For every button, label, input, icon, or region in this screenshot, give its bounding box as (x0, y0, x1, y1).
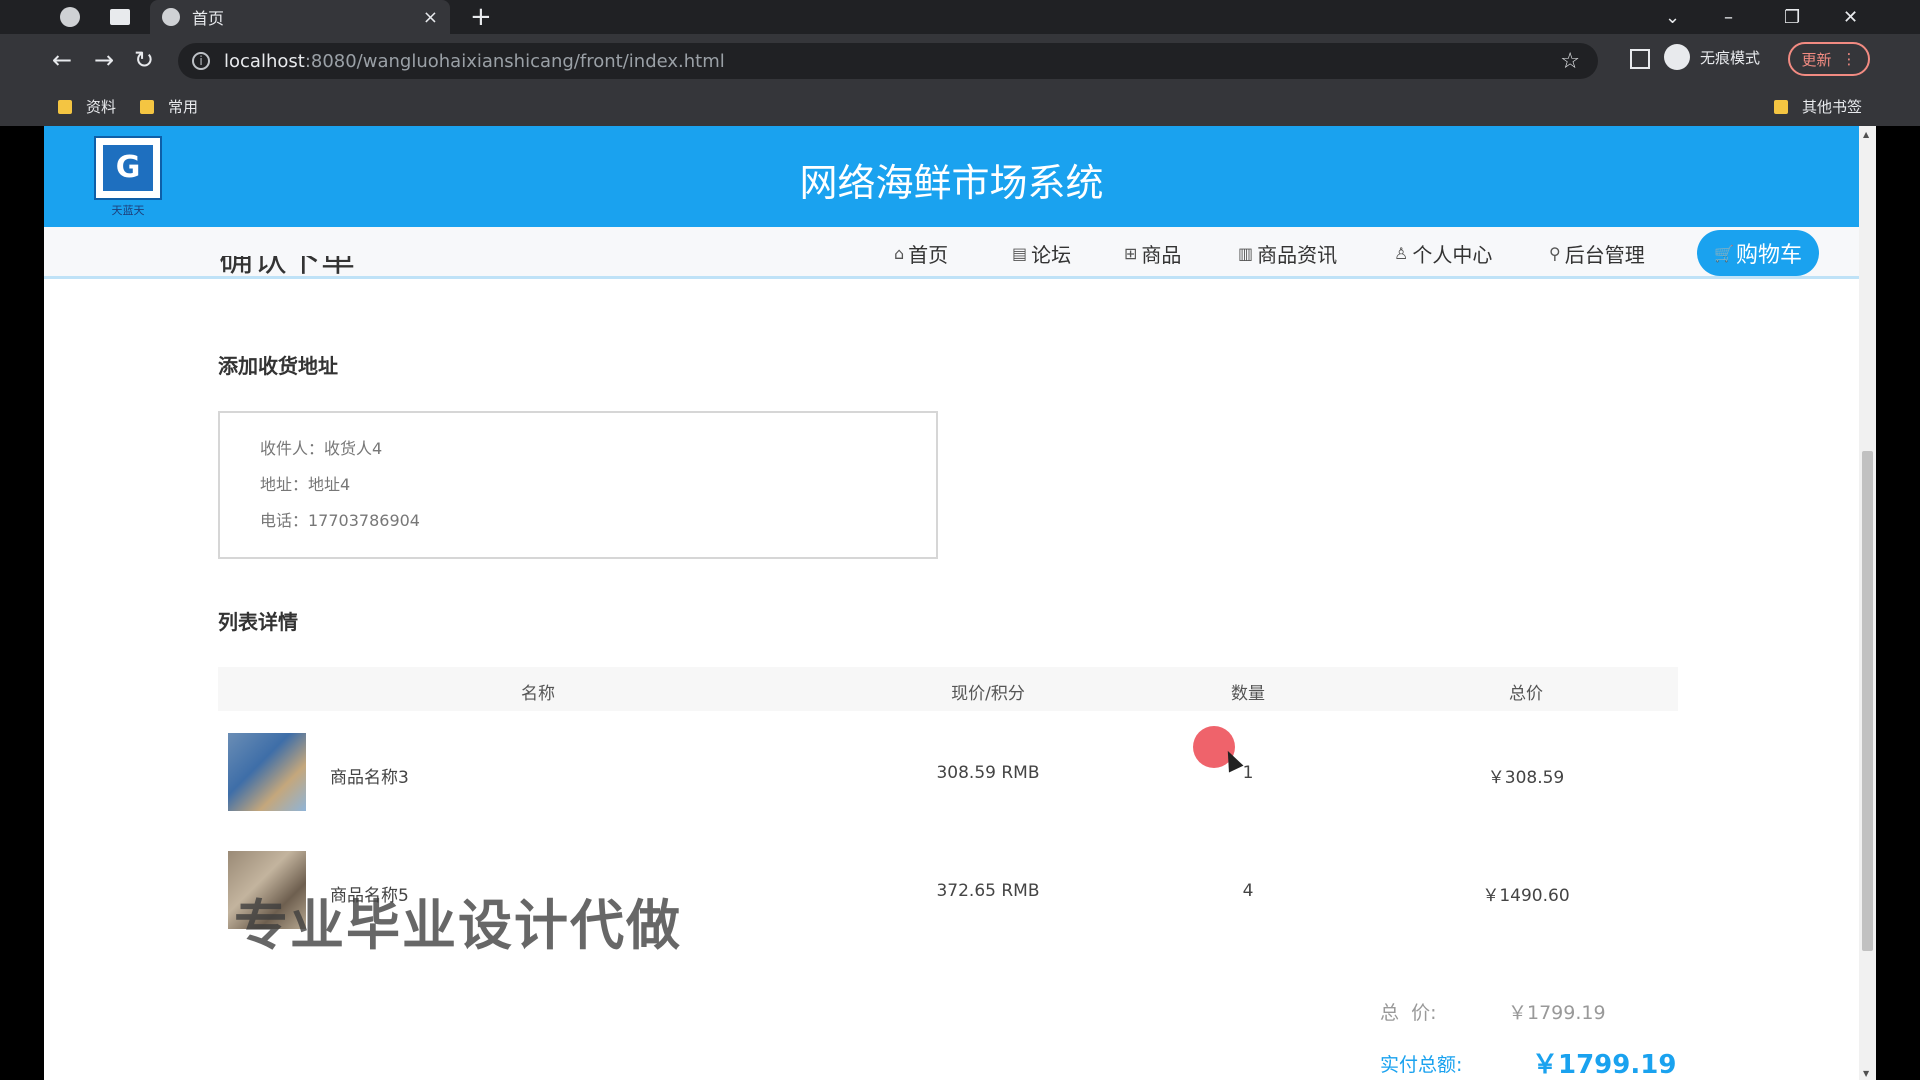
tab-close-icon[interactable]: × (423, 7, 438, 28)
total-value: ￥1799.19 (1508, 1002, 1606, 1024)
list-section-title: 列表详情 (218, 610, 298, 634)
table-header: 名称 现价/积分 数量 总价 (218, 667, 1678, 711)
page-scrollbar[interactable]: ▲ ▼ (1859, 126, 1876, 1080)
nav-label: 后台管理 (1564, 243, 1645, 267)
product-price: 308.59 RMB (936, 763, 1040, 783)
address-section-title: 添加收货地址 (218, 354, 338, 378)
browser-toolbar: ← → ↻ i localhost :8080/wangluohaixiansh… (0, 34, 1920, 88)
tab-search-icon[interactable]: ⌄ (1665, 0, 1680, 34)
nav-admin[interactable]: ⚲ 后台管理 (1549, 239, 1645, 268)
column-header: 总价 (1509, 684, 1543, 704)
nav-cart-label: 购物车 (1735, 243, 1802, 268)
nav-label: 商品 (1141, 243, 1182, 267)
folder-icon (58, 99, 72, 114)
home-icon: ⌂ (894, 244, 905, 263)
globe-icon (60, 7, 80, 27)
bookmark-star-icon[interactable]: ☆ (1560, 49, 1580, 74)
paid-total-label: 实付总额: (1380, 1054, 1463, 1076)
nav-home[interactable]: ⌂ 首页 (894, 239, 948, 268)
nav-label: 商品资讯 (1257, 243, 1338, 267)
globe-icon (162, 8, 180, 26)
minimize-icon[interactable]: – (1724, 0, 1733, 34)
watermark-text: 专业毕业设计代做 (234, 894, 682, 957)
page-title-text: 确认下单 (219, 256, 355, 278)
table-row: 商品名称3 308.59 RMB 1 ￥308.59 (218, 733, 1678, 813)
product-thumbnail[interactable] (228, 733, 306, 811)
product-price: 372.65 RMB (936, 881, 1040, 901)
nav-forum[interactable]: ▤ 论坛 (1012, 239, 1071, 268)
update-button[interactable]: 更新 ⋮ (1788, 42, 1870, 76)
link-icon: ⚲ (1549, 244, 1561, 263)
screen-edge (1876, 126, 1920, 1080)
back-icon[interactable]: ← (52, 46, 72, 74)
update-label: 更新 (1801, 50, 1832, 69)
scroll-up-icon[interactable]: ▲ (1863, 130, 1869, 139)
site-title: 网络海鲜市场系统 (799, 161, 1104, 205)
bookmarks-bar: 资料 常用 其他书签 (0, 88, 1920, 126)
address-bar[interactable]: i localhost :8080/wangluohaixianshicang/… (178, 43, 1598, 79)
cart-icon: 🛒 (1714, 243, 1734, 263)
site-header: G 天蓝天 网络海鲜市场系统 (44, 126, 1859, 227)
phone-text: 电话：17703786904 (260, 511, 420, 530)
url-host: localhost (224, 50, 305, 72)
bookmark-folder-2[interactable]: 常用 (140, 96, 198, 117)
column-header: 数量 (1231, 684, 1265, 704)
bookmark-label: 常用 (168, 98, 199, 116)
nav-product-news[interactable]: ▥ 商品资讯 (1238, 239, 1337, 268)
address-card[interactable]: 收件人：收货人4 地址：地址4 电话：17703786904 (218, 411, 938, 559)
address-text: 地址：地址4 (260, 475, 351, 494)
column-header: 现价/积分 (951, 684, 1025, 704)
pinned-tab-2[interactable] (110, 0, 130, 34)
new-tab-button[interactable]: + (470, 2, 492, 32)
bookmark-folder-1[interactable]: 资料 (58, 96, 116, 117)
other-bookmarks-label: 其他书签 (1802, 98, 1863, 116)
tab-title: 首页 (192, 9, 225, 28)
nav-label: 个人中心 (1412, 243, 1493, 267)
folder-icon (1774, 99, 1788, 114)
news-icon: ▥ (1238, 244, 1254, 263)
incognito-indicator[interactable]: 无痕模式 (1664, 44, 1760, 70)
product-name[interactable]: 商品名称3 (330, 763, 409, 788)
bookmark-label: 资料 (86, 98, 117, 116)
other-bookmarks[interactable]: 其他书签 (1774, 96, 1862, 117)
product-total: ￥1490.60 (1482, 886, 1570, 906)
user-icon: ♙ (1394, 244, 1409, 263)
page-icon (110, 9, 130, 25)
url-path: :8080/wangluohaixianshicang/front/index.… (304, 50, 725, 72)
nav-cart-button[interactable]: 🛒 购物车 (1697, 230, 1819, 276)
recipient-text: 收件人：收货人4 (260, 439, 383, 458)
page-title: 确认下单 (219, 256, 355, 278)
nav-label: 论坛 (1031, 243, 1072, 267)
total-label: 总 价: (1380, 1002, 1437, 1024)
close-window-icon[interactable]: ✕ (1843, 0, 1858, 34)
column-header: 名称 (521, 684, 555, 704)
product-total: ￥308.59 (1487, 768, 1565, 788)
paid-total-value: ￥1799.19 (1532, 1050, 1677, 1080)
web-page: G 天蓝天 网络海鲜市场系统 ⌂ 首页 ▤ 论坛 ⊞ 商品 ▥ 商品资讯 ♙ 个… (44, 126, 1859, 1080)
forum-icon: ▤ (1012, 244, 1028, 263)
browser-tab-bar: 首页 × + ⌄ – ❐ ✕ (0, 0, 1920, 34)
nav-personal-center[interactable]: ♙ 个人中心 (1394, 239, 1492, 268)
nav-products[interactable]: ⊞ 商品 (1124, 239, 1181, 268)
folder-icon (140, 99, 154, 114)
incognito-icon (1664, 44, 1690, 70)
active-tab[interactable]: 首页 × (150, 0, 450, 34)
forward-icon[interactable]: → (94, 46, 114, 74)
product-quantity: 4 (1242, 881, 1254, 901)
side-panel-icon[interactable] (1630, 49, 1650, 69)
nav-label: 首页 (908, 243, 949, 267)
incognito-label: 无痕模式 (1700, 48, 1761, 67)
gift-icon: ⊞ (1124, 244, 1138, 263)
info-icon[interactable]: i (192, 52, 210, 70)
scroll-down-icon[interactable]: ▼ (1863, 1069, 1869, 1078)
product-quantity: 1 (1242, 763, 1254, 783)
scroll-thumb[interactable] (1862, 451, 1873, 951)
reload-icon[interactable]: ↻ (134, 46, 154, 74)
more-icon: ⋮ (1841, 50, 1857, 68)
restore-icon[interactable]: ❐ (1784, 0, 1800, 34)
pinned-tab-1[interactable] (60, 0, 80, 34)
